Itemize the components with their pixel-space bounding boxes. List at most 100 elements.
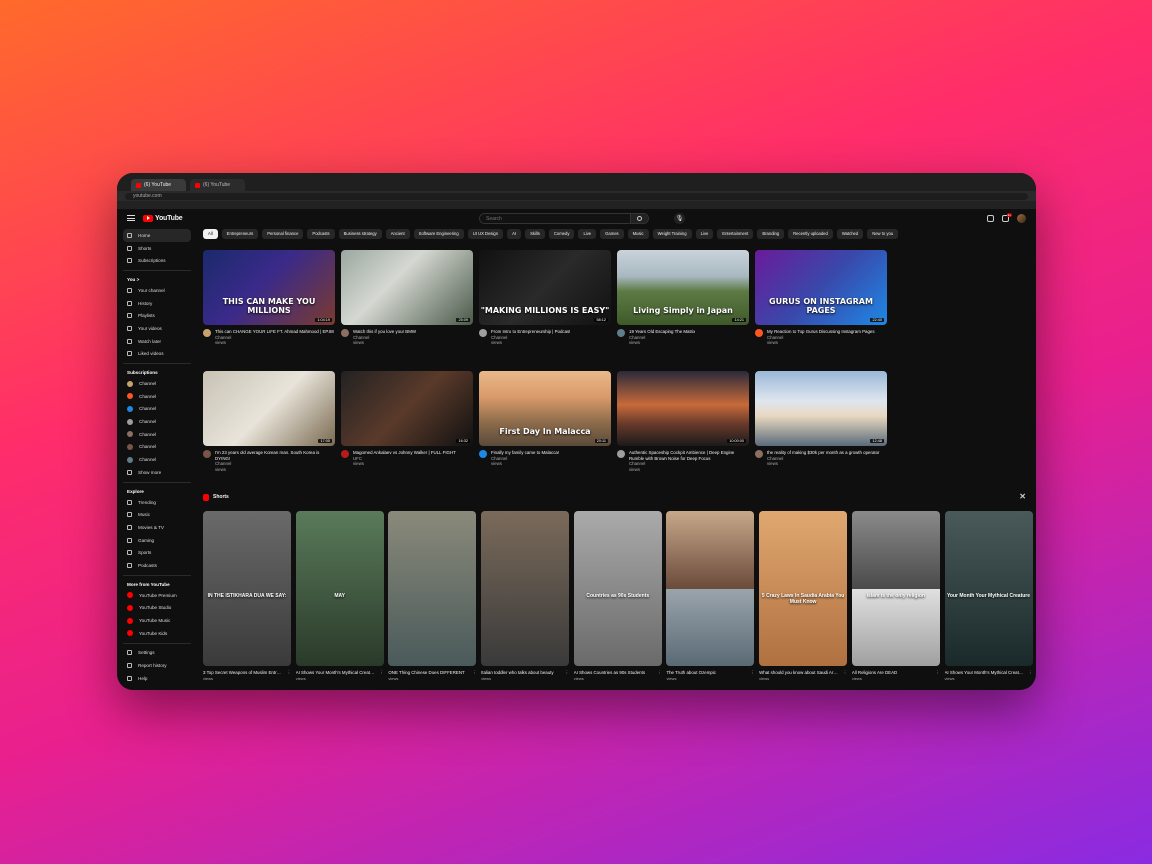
menu-icon[interactable] — [127, 215, 135, 221]
account-avatar[interactable] — [1017, 214, 1026, 223]
video-thumbnail[interactable]: Living Simply in Japan 14:21 — [617, 250, 749, 325]
sidebar-item[interactable]: Channel — [123, 403, 191, 416]
short-thumbnail[interactable]: islam is the only religion — [851, 511, 940, 666]
short-thumbnail[interactable]: IN THE ISTIKHARA DUA WE SAY: — [203, 511, 291, 666]
youtube-logo[interactable]: YouTube — [143, 214, 183, 222]
video-thumbnail[interactable]: 17:05 — [203, 371, 335, 446]
channel-avatar[interactable] — [341, 450, 349, 458]
short-title[interactable]: All Religions Are DEAD ⋮ — [852, 670, 940, 675]
video-card[interactable]: First Day In Malacca 20:11 Finally my fami… — [479, 371, 611, 484]
short-thumbnail[interactable] — [481, 511, 570, 666]
search-button[interactable] — [630, 214, 648, 223]
channel-avatar[interactable] — [479, 329, 487, 337]
filter-chip[interactable]: Entrepreneurs — [221, 229, 259, 239]
filter-chip[interactable]: Watched — [836, 229, 864, 239]
short-thumbnail[interactable]: 5 Crazy Laws In Saudia Arabia You Must K… — [759, 511, 848, 666]
filter-chip[interactable]: Comedy — [548, 229, 575, 239]
sidebar-item[interactable]: Channel — [123, 453, 191, 466]
video-title[interactable]: I'm 23 years old average Korean man. Sou… — [215, 450, 335, 461]
sidebar-item[interactable]: Report history — [123, 659, 191, 672]
short-title[interactable]: The Truth about Ozempic ⋮ — [666, 670, 754, 675]
filter-chip[interactable]: AI — [507, 229, 522, 239]
video-thumbnail[interactable]: 12:48 — [755, 371, 887, 446]
filter-chip[interactable]: Weight Training — [652, 229, 692, 239]
more-options-icon[interactable]: ⋮ — [843, 670, 847, 675]
sidebar-item[interactable]: Shorts — [123, 242, 191, 255]
sidebar-item[interactable]: Music — [123, 508, 191, 521]
short-card[interactable]: The Truth about Ozempic ⋮ views — [666, 511, 755, 681]
sidebar-item[interactable]: Channel — [123, 390, 191, 403]
short-title[interactable]: AI Shows Countries as 90s Students ⋮ — [574, 670, 662, 675]
sidebar-item[interactable]: Sports — [123, 546, 191, 559]
video-card[interactable]: 17:05 I'm 23 years old average Korean man… — [203, 371, 335, 484]
more-options-icon[interactable]: ⋮ — [1028, 670, 1032, 675]
short-card[interactable]: 5 Crazy Laws In Saudia Arabia You Must K… — [759, 511, 848, 681]
sidebar-item[interactable]: YouTube Kids — [123, 627, 191, 640]
filter-chip[interactable]: Live — [578, 229, 597, 239]
more-options-icon[interactable]: ⋮ — [657, 670, 661, 675]
video-title[interactable]: the reality of making $30k per month as … — [767, 450, 880, 456]
video-title[interactable]: Finally my family came to Malacca! — [491, 450, 559, 456]
sidebar-item[interactable]: Movies & TV — [123, 521, 191, 534]
sidebar-item[interactable]: Subscriptions — [123, 254, 191, 267]
short-title[interactable]: What should you know about Saudi Arabia?… — [759, 670, 847, 675]
browser-tab[interactable]: (6) YouTube — [190, 179, 245, 191]
video-thumbnail[interactable]: 10:00:00 — [617, 371, 749, 446]
video-thumbnail[interactable]: THIS CAN MAKE YOU MILLIONS 1:04:19 — [203, 250, 335, 325]
voice-search-button[interactable]: 🎙 — [674, 213, 685, 224]
show-more-button[interactable]: Show more — [123, 466, 191, 479]
channel-avatar[interactable] — [755, 329, 763, 337]
filter-chip[interactable]: UI UX Design — [467, 229, 504, 239]
channel-avatar[interactable] — [479, 450, 487, 458]
sidebar-item[interactable]: Channel — [123, 441, 191, 454]
sidebar-item[interactable]: Channel — [123, 415, 191, 428]
short-card[interactable]: Your Month Your Mythical Creature AI Show… — [944, 511, 1033, 681]
filter-chip[interactable]: Recently uploaded — [788, 229, 833, 239]
sidebar-item[interactable]: Help — [123, 672, 191, 685]
more-options-icon[interactable]: ⋮ — [565, 670, 569, 675]
video-card[interactable]: THIS CAN MAKE YOU MILLIONS 1:04:19 This ca… — [203, 250, 335, 363]
video-title[interactable]: This can CHANGE YOUR LIFE FT. Ahmad Mahm… — [215, 329, 334, 335]
short-thumbnail[interactable]: MAY — [295, 511, 384, 666]
search-input[interactable] — [480, 214, 630, 223]
sidebar-item[interactable]: Liked videos — [123, 348, 191, 361]
more-options-icon[interactable]: ⋮ — [750, 670, 754, 675]
video-title[interactable]: Authentic Spaceship Cockpit Ambience | D… — [629, 450, 749, 461]
sidebar-item[interactable]: Settings — [123, 647, 191, 660]
filter-chip[interactable]: Personal finance — [262, 229, 304, 239]
video-thumbnail[interactable]: 25:09 — [341, 250, 473, 325]
channel-avatar[interactable] — [755, 450, 763, 458]
filter-chip[interactable]: Software Engineering — [413, 229, 464, 239]
filter-chip[interactable]: Music — [627, 229, 649, 239]
short-thumbnail[interactable] — [388, 511, 477, 666]
video-card[interactable]: Living Simply in Japan 14:21 19 Years Old … — [617, 250, 749, 363]
short-title[interactable]: 3 Top Secret Weapons of Muslim Entrepren… — [203, 670, 291, 675]
more-options-icon[interactable]: ⋮ — [287, 670, 291, 675]
video-title[interactable]: Magomed Ankalaev vs Johnny Walker | FULL… — [353, 450, 456, 456]
filter-chip[interactable]: Games — [600, 229, 624, 239]
video-card[interactable]: 10:00:00 Authentic Spaceship Cockpit Ambi… — [617, 371, 749, 484]
video-title[interactable]: 19 Years Old Escaping The Matrix — [629, 329, 695, 335]
channel-avatar[interactable] — [617, 329, 625, 337]
video-card[interactable]: 25:09 Watch this if you love your BMW Chan… — [341, 250, 473, 363]
filter-chip[interactable]: Skills — [525, 229, 545, 239]
short-title[interactable]: AI Shows Your Month's Mythical Creature ⋮ — [296, 670, 384, 675]
video-title[interactable]: My Reaction to Top Gurus Discussing Inst… — [767, 329, 875, 335]
short-card[interactable]: islam is the only religion All Religions … — [851, 511, 940, 681]
filter-chip[interactable]: Entertainment — [717, 229, 754, 239]
channel-avatar[interactable] — [617, 450, 625, 458]
channel-avatar[interactable] — [341, 329, 349, 337]
video-card[interactable]: 16:32 Magomed Ankalaev vs Johnny Walker |… — [341, 371, 473, 484]
video-thumbnail[interactable]: 16:32 — [341, 371, 473, 446]
sidebar-item[interactable]: Gaming — [123, 534, 191, 547]
short-thumbnail[interactable]: Countries as 90s Students — [573, 511, 662, 666]
more-options-icon[interactable]: ⋮ — [379, 670, 383, 675]
video-card[interactable]: "MAKING MILLIONS IS EASY" 58:12 From Intro… — [479, 250, 611, 363]
filter-chip[interactable]: Business strategy — [338, 229, 382, 239]
short-thumbnail[interactable]: Your Month Your Mythical Creature — [944, 511, 1033, 666]
sidebar-item[interactable]: Your videos — [123, 322, 191, 335]
close-icon[interactable]: ✕ — [1019, 492, 1026, 501]
sidebar-item[interactable]: Home — [123, 229, 191, 242]
filter-chip[interactable]: Ancient — [385, 229, 410, 239]
short-thumbnail[interactable] — [666, 511, 755, 666]
